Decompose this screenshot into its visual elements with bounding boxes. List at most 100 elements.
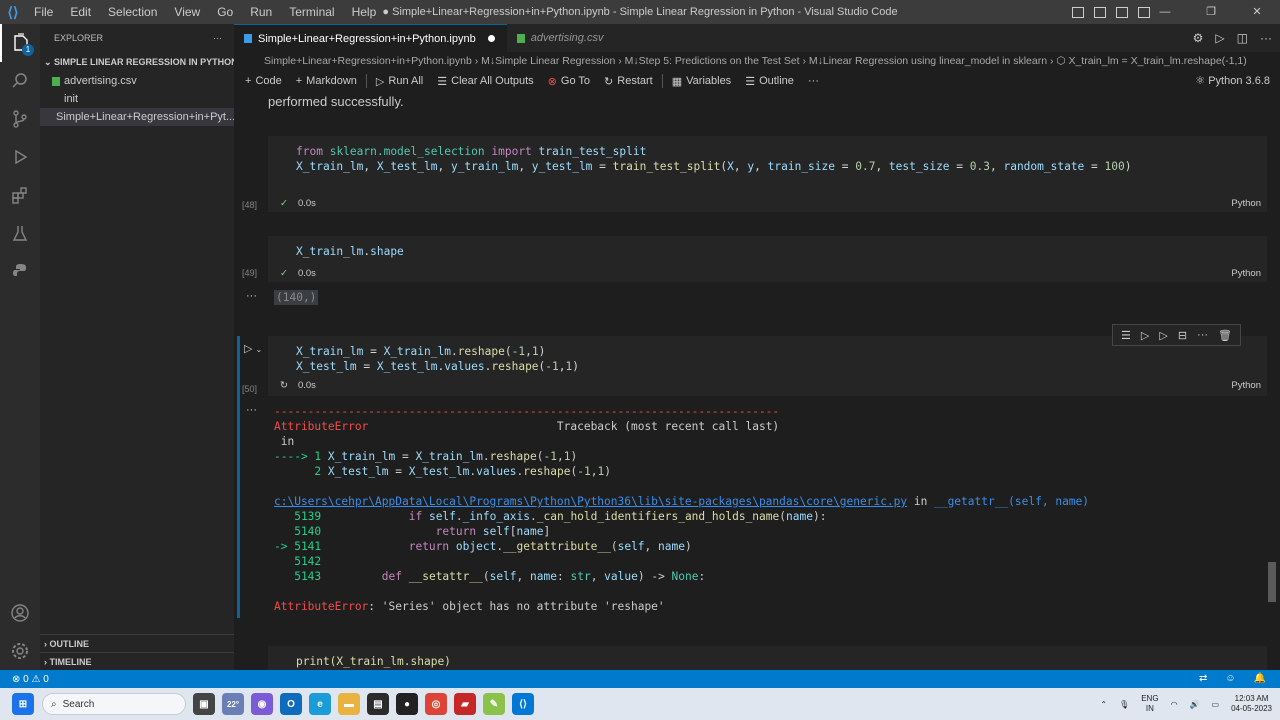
cell-language[interactable]: Python [1231, 380, 1261, 391]
timeline-label: TIMELINE [49, 657, 92, 667]
outline-button[interactable]: ☰ Outline [740, 75, 799, 88]
github-icon[interactable]: ● [396, 693, 418, 715]
run-by-line-icon[interactable]: ☰ [1121, 329, 1131, 342]
kernel-picker[interactable]: ⚛ Python 3.6.8 [1195, 70, 1270, 92]
source-control-icon[interactable] [0, 100, 40, 138]
outlook-icon[interactable]: O [280, 693, 302, 715]
menu-view[interactable]: View [166, 0, 209, 24]
notebook-body: performed successfully. from sklearn.mod… [234, 92, 1280, 670]
minimize-button[interactable]: — [1142, 0, 1188, 24]
run-icon[interactable]: ▷ [1215, 31, 1224, 45]
execute-below-icon[interactable]: ▷ [1159, 329, 1167, 342]
menu-selection[interactable]: Selection [100, 0, 166, 24]
run-debug-icon[interactable] [0, 138, 40, 176]
unsaved-dot-icon[interactable] [487, 35, 495, 42]
menu-file[interactable]: File [26, 0, 62, 24]
cell-language[interactable]: Python [1231, 268, 1261, 279]
notebook-toolbar: + Code + Markdown ▷ Run All ☰ Clear All Outp… [234, 70, 1280, 92]
search-icon[interactable] [0, 62, 40, 100]
windows-start-icon[interactable]: ⊞ [12, 693, 34, 715]
cell-output: (140,) [274, 290, 319, 305]
settings-gear-icon[interactable]: ⚙ [1193, 31, 1204, 45]
execute-above-icon[interactable]: ▷ [1141, 329, 1149, 342]
problems-indicator[interactable]: ⊗ 0 ⚠ 0 [12, 674, 49, 685]
toolbar-more-button[interactable]: ··· [803, 75, 824, 87]
tab-notebook[interactable]: Simple+Linear+Regression+in+Python.ipynb [234, 24, 507, 52]
notifications-bell-icon[interactable]: 🔔 [1254, 670, 1266, 688]
store-icon[interactable]: ▤ [367, 693, 389, 715]
explorer-icon[interactable]: 1 [0, 24, 40, 62]
file-notebook[interactable]: Simple+Linear+Regression+in+Pyt... [40, 108, 234, 126]
python-icon[interactable] [0, 252, 40, 290]
cell-code[interactable]: from sklearn.model_selection import trai… [268, 136, 1267, 174]
vscode-taskbar-icon[interactable]: ⟨⟩ [512, 693, 534, 715]
add-code-button[interactable]: + Code [240, 75, 287, 87]
toggle-secondary-sidebar-icon[interactable] [1116, 6, 1128, 18]
clear-outputs-button[interactable]: ☰ Clear All Outputs [432, 75, 538, 88]
microphone-icon[interactable]: 🎙 [1119, 700, 1129, 709]
code-cell-next[interactable]: print(X_train_lm.shape) [268, 646, 1267, 670]
taskbar-search[interactable]: ⌕ Search [42, 693, 186, 715]
extensions-icon[interactable] [0, 176, 40, 214]
wifi-icon[interactable]: ◠ [1171, 700, 1178, 709]
explorer-more-button[interactable]: ··· [213, 24, 222, 52]
workspace-folder[interactable]: ⌄ SIMPLE LINEAR REGRESSION IN PYTHON [40, 52, 234, 72]
outline-section[interactable]: › OUTLINE [40, 634, 234, 652]
cell-code[interactable]: print(X_train_lm.shape) [268, 646, 1267, 669]
manage-gear-icon[interactable] [0, 632, 40, 670]
windows-taskbar: ⊞ ⌕ Search ▣ 22° ◉ O e ▬ ▤ ● ◎ ▰ ✎ ⟨⟩ ⌃ … [0, 688, 1280, 720]
toggle-sidebar-icon[interactable] [1072, 6, 1084, 18]
volume-icon[interactable]: 🔊 [1190, 700, 1200, 709]
output-more-button[interactable]: ··· [246, 404, 257, 416]
menu-help[interactable]: Help [344, 0, 386, 24]
feedback-icon[interactable]: ☺ [1225, 670, 1235, 688]
more-actions-icon[interactable]: ··· [1260, 31, 1272, 45]
output-more-button[interactable]: ··· [246, 290, 257, 302]
menu-edit[interactable]: Edit [62, 0, 100, 24]
goto-button[interactable]: ⊗ Go To [543, 75, 595, 88]
task-view-icon[interactable]: ▣ [193, 693, 215, 715]
teams-chat-icon[interactable]: ◉ [251, 693, 273, 715]
pdf-reader-icon[interactable]: ▰ [454, 693, 476, 715]
weather-widget[interactable]: 22° [222, 693, 244, 715]
cell-code[interactable]: X_train_lm.shape [268, 236, 1267, 259]
restart-button[interactable]: ↻ Restart [599, 75, 658, 88]
run-cell-button[interactable]: ▷ ⌄ [244, 342, 262, 355]
account-icon[interactable] [0, 594, 40, 632]
add-markdown-button[interactable]: + Markdown [291, 75, 362, 87]
battery-icon[interactable]: ▭ [1212, 700, 1220, 709]
clock[interactable]: 12:03 AM 04-05-2023 [1231, 694, 1272, 714]
edge-icon[interactable]: e [309, 693, 331, 715]
split-cell-icon[interactable]: ⊟ [1178, 329, 1187, 342]
delete-cell-icon[interactable]: 🗑 [1218, 329, 1232, 342]
live-share-icon[interactable]: ⇄ [1199, 670, 1207, 688]
breadcrumb[interactable]: Simple+Linear+Regression+in+Python.ipynb… [234, 52, 1280, 70]
run-all-button[interactable]: ▷ Run All [371, 75, 428, 88]
testing-icon[interactable] [0, 214, 40, 252]
chrome-icon[interactable]: ◎ [425, 693, 447, 715]
timeline-section[interactable]: › TIMELINE [40, 652, 234, 670]
file-init[interactable]: init [40, 90, 234, 108]
code-cell-50[interactable]: ☰ ▷ ▷ ⊟ ··· 🗑 X_train_lm = X_train_lm.re… [268, 324, 1267, 396]
menu-terminal[interactable]: Terminal [281, 0, 343, 24]
chevron-up-icon[interactable]: ⌃ [1100, 700, 1107, 709]
editor-scrollbar-thumb[interactable] [1268, 562, 1276, 602]
toggle-panel-icon[interactable] [1094, 6, 1106, 18]
file-explorer-icon[interactable]: ▬ [338, 693, 360, 715]
language-indicator[interactable]: ENG IN [1141, 694, 1158, 714]
menu-run[interactable]: Run [242, 0, 281, 24]
notepad-icon[interactable]: ✎ [483, 693, 505, 715]
split-editor-icon[interactable]: ◫ [1237, 31, 1248, 45]
tab-advertising-csv[interactable]: advertising.csv [507, 24, 616, 52]
cell-language[interactable]: Python [1231, 198, 1261, 209]
variables-button[interactable]: ▦ Variables [667, 75, 736, 88]
file-advertising-csv[interactable]: advertising.csv [40, 72, 234, 90]
menu-go[interactable]: Go [209, 0, 242, 24]
traceback-file-link[interactable]: c:\Users\cehpr\AppData\Local\Programs\Py… [274, 495, 907, 508]
code-cell-49[interactable]: X_train_lm.shape ✓ 0.0s Python [268, 236, 1267, 282]
more-icon[interactable]: ··· [1197, 329, 1208, 341]
code-cell-48[interactable]: from sklearn.model_selection import trai… [268, 136, 1267, 212]
close-button[interactable]: ✕ [1234, 0, 1280, 24]
maximize-button[interactable]: ❐ [1188, 0, 1234, 24]
tab-label: advertising.csv [530, 32, 604, 44]
